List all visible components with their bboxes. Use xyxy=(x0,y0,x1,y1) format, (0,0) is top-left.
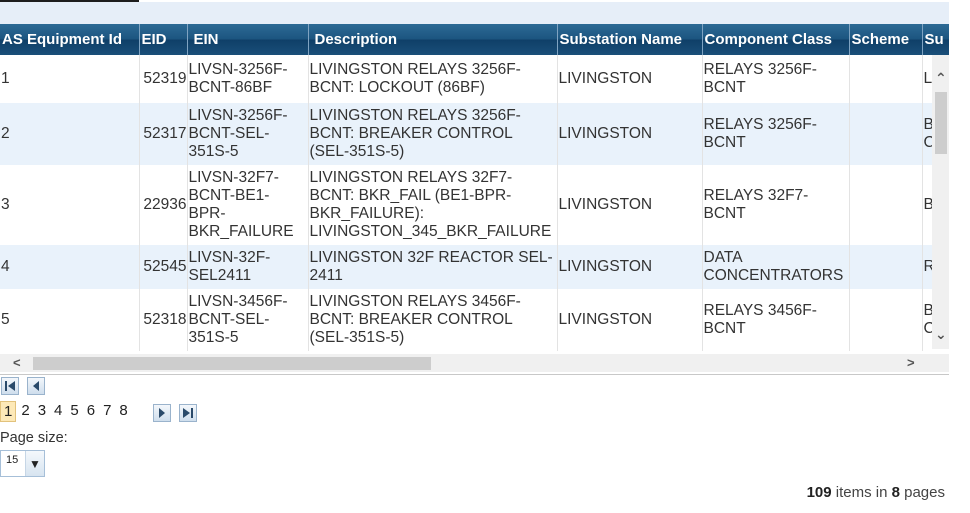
ein-cell: LIVSN-3456F- BCNT-SEL- 351S-5 xyxy=(187,289,309,351)
component-class-cell: RELAYS 3456F- BCNT xyxy=(702,289,850,351)
eid-cell: 52319 xyxy=(139,55,188,103)
next-page-icon xyxy=(159,408,165,418)
dropdown-arrow-icon[interactable]: ▼ xyxy=(25,451,44,476)
page-size-value: 15 xyxy=(6,454,19,466)
equipment-grid: AS Equipment Id EID EIN Description Subs… xyxy=(0,24,949,375)
equipment-id-cell: 2 xyxy=(0,103,140,165)
table-row[interactable]: 3 22936 LIVSN-32F7- BCNT-BE1- BPR- BKR_FAI… xyxy=(0,165,949,245)
summary-suffix: pages xyxy=(899,484,945,501)
scheme-cell xyxy=(849,165,923,245)
vertical-scroll-thumb[interactable] xyxy=(935,92,947,154)
scheme-cell xyxy=(849,55,923,103)
column-header-eid[interactable]: EID xyxy=(139,24,188,55)
summary-text: items in xyxy=(831,484,892,501)
page-link-1[interactable]: 1 xyxy=(0,401,17,422)
substation-cell: LIVINGSTON xyxy=(557,245,703,289)
table-row[interactable]: 1 52319 LIVSN-3256F- BCNT-86BF LIVINGSTON R… xyxy=(0,55,949,103)
table-row[interactable]: 4 52545 LIVSN-32F- SEL2411 LIVINGSTON 32F R… xyxy=(0,245,949,289)
column-header-description[interactable]: Description xyxy=(308,24,558,55)
grid-toolbar-band xyxy=(0,2,949,24)
column-header-ein[interactable]: EIN xyxy=(187,24,309,55)
previous-page-icon xyxy=(33,381,39,391)
table-row[interactable]: 2 52317 LIVSN-3256F- BCNT-SEL- 351S-5 LIVIN… xyxy=(0,103,949,165)
page-link-4[interactable]: 4 xyxy=(51,401,65,422)
next-page-button[interactable] xyxy=(153,404,171,422)
scheme-cell xyxy=(849,103,923,165)
component-class-cell: DATA CONCENTRATORS xyxy=(702,245,850,289)
page-link-8[interactable]: 8 xyxy=(116,401,130,422)
page-link-2[interactable]: 2 xyxy=(18,401,32,422)
description-cell: LIVINGSTON RELAYS 3256F- BCNT: BREAKER C… xyxy=(308,103,558,165)
description-cell: LIVINGSTON 32F REACTOR SEL- 2411 xyxy=(308,245,558,289)
substation-cell: LIVINGSTON xyxy=(557,55,703,103)
previous-page-button[interactable] xyxy=(27,377,45,395)
eid-cell: 52317 xyxy=(139,103,188,165)
table-row[interactable]: 5 52318 LIVSN-3456F- BCNT-SEL- 351S-5 LIVIN… xyxy=(0,289,949,351)
scroll-down-arrow-icon[interactable]: ⌄ xyxy=(935,326,947,343)
substation-cell: LIVINGSTON xyxy=(557,165,703,245)
eid-cell: 22936 xyxy=(139,165,188,245)
equipment-table: AS Equipment Id EID EIN Description Subs… xyxy=(0,24,949,351)
scheme-cell xyxy=(849,289,923,351)
component-class-cell: RELAYS 3256F- BCNT xyxy=(702,103,850,165)
ein-cell: LIVSN-3256F- BCNT-SEL- 351S-5 xyxy=(187,103,309,165)
scroll-left-arrow-icon[interactable]: < xyxy=(13,355,21,370)
column-header-scheme[interactable]: Scheme xyxy=(849,24,923,55)
page-count: 8 xyxy=(891,484,900,501)
ein-cell: LIVSN-32F7- BCNT-BE1- BPR- BKR_FAILURE xyxy=(187,165,309,245)
scroll-right-arrow-icon[interactable]: > xyxy=(907,355,915,370)
pager-summary: 109 items in 8 pages xyxy=(807,484,945,501)
description-cell: LIVINGSTON RELAYS 3256F- BCNT: LOCKOUT (… xyxy=(308,55,558,103)
component-class-cell: RELAYS 3256F- BCNT xyxy=(702,55,850,103)
page-link-6[interactable]: 6 xyxy=(84,401,98,422)
equipment-id-cell: 4 xyxy=(0,245,140,289)
column-header-as-equipment-id[interactable]: AS Equipment Id xyxy=(0,24,140,55)
description-cell: LIVINGSTON RELAYS 32F7- BCNT: BKR_FAIL (… xyxy=(308,165,558,245)
page-link-3[interactable]: 3 xyxy=(35,401,49,422)
first-page-button[interactable] xyxy=(1,377,19,395)
page-size-select[interactable]: 15 ▼ xyxy=(0,450,45,477)
substation-cell: LIVINGSTON xyxy=(557,289,703,351)
table-header-row: AS Equipment Id EID EIN Description Subs… xyxy=(0,24,949,55)
column-header-su[interactable]: Su xyxy=(922,24,949,55)
eid-cell: 52318 xyxy=(139,289,188,351)
ein-cell: LIVSN-32F- SEL2411 xyxy=(187,245,309,289)
eid-cell: 52545 xyxy=(139,245,188,289)
page-link-5[interactable]: 5 xyxy=(67,401,81,422)
last-page-button[interactable] xyxy=(179,404,197,422)
equipment-id-cell: 3 xyxy=(0,165,140,245)
first-page-icon xyxy=(5,381,15,391)
page-size-label: Page size: xyxy=(0,430,68,446)
equipment-id-cell: 5 xyxy=(0,289,140,351)
last-page-icon xyxy=(183,408,193,418)
page-link-7[interactable]: 7 xyxy=(100,401,114,422)
page-number-list: 12345678 xyxy=(0,401,133,422)
equipment-id-cell: 1 xyxy=(0,55,140,103)
scroll-up-arrow-icon[interactable]: ⌃ xyxy=(935,70,947,87)
item-count: 109 xyxy=(806,484,832,501)
scheme-cell xyxy=(849,245,923,289)
horizontal-scroll-thumb[interactable] xyxy=(33,357,431,370)
ein-cell: LIVSN-3256F- BCNT-86BF xyxy=(187,55,309,103)
substation-cell: LIVINGSTON xyxy=(557,103,703,165)
column-header-substation-name[interactable]: Substation Name xyxy=(557,24,703,55)
description-cell: LIVINGSTON RELAYS 3456F- BCNT: BREAKER C… xyxy=(308,289,558,351)
component-class-cell: RELAYS 32F7- BCNT xyxy=(702,165,850,245)
column-header-component-class[interactable]: Component Class xyxy=(702,24,850,55)
